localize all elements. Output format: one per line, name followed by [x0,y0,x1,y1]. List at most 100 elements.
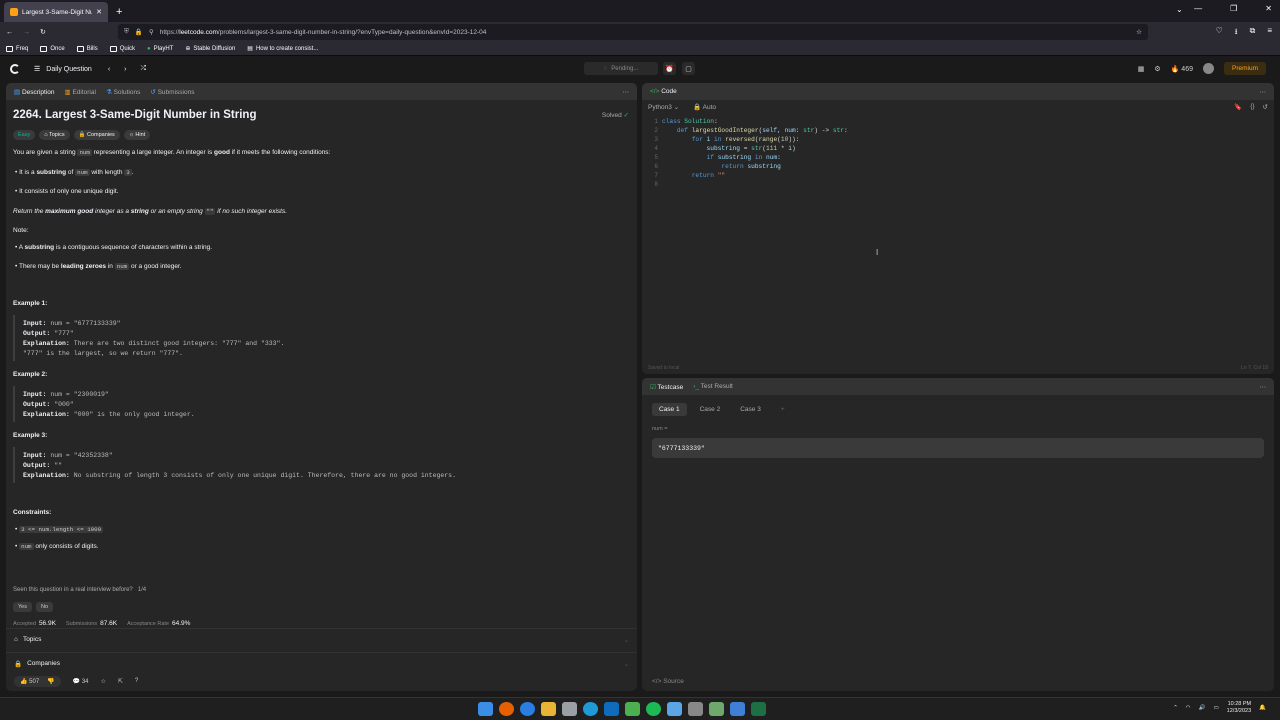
add-case-button[interactable]: + [774,403,792,416]
bookmark-icon[interactable]: 🔖 [1234,103,1242,111]
language-select[interactable]: Python3 ⌄ [648,103,679,111]
source-link[interactable]: </> Source [652,678,684,685]
pocket-icon[interactable]: ♡ [1216,26,1223,40]
url-bar[interactable]: ⛨ 🔒 ⚲ https://leetcode.com/problems/larg… [118,24,1148,40]
edge-icon[interactable] [583,702,598,716]
tab-submissions[interactable]: ↺ Submissions [150,88,194,96]
notes-button[interactable]: ▢ [682,62,695,75]
share-icon[interactable]: ⇱ [118,678,123,685]
prev-problem-icon[interactable]: ‹ [108,66,110,73]
tab-description[interactable]: ▤ Description [14,88,54,96]
more-options-icon[interactable]: ⋯ [1260,383,1267,391]
bookmark-once[interactable]: Once [40,45,65,52]
topics-tag[interactable]: ⌂ Topics [39,130,70,140]
bookmark-stable-diffusion[interactable]: ⊕ Stable Diffusion [185,45,235,53]
favorite-star-icon[interactable]: ☆ [101,678,106,685]
volume-icon[interactable]: 🔊 [1199,705,1206,711]
lock-icon[interactable]: 🔒 [135,28,143,36]
list-icon[interactable]: ☰ [34,65,40,73]
interview-question: Seen this question in a real interview b… [13,586,630,595]
comments-button[interactable]: 💬 34 [73,678,89,685]
more-options-icon[interactable]: ⋯ [1260,88,1267,96]
yes-button[interactable]: Yes [13,602,32,612]
dislike-button[interactable]: 👎 [47,678,54,685]
battery-icon[interactable]: ▭ [1213,705,1218,711]
settings-gear-icon[interactable]: ⚙ [1154,65,1160,73]
streak-counter[interactable]: 🔥 469 [1171,65,1193,73]
code-tab[interactable]: </> Code [650,88,677,95]
auto-complete-toggle[interactable]: 🔒 Auto [693,103,716,111]
menu-icon[interactable]: ≡ [1267,26,1272,40]
tools-icon[interactable] [688,702,703,716]
case-1-tab[interactable]: Case 1 [652,403,687,416]
bookmark-bills[interactable]: Bills [76,45,98,52]
bookmark-freq[interactable]: Freq [6,45,28,52]
windows-start-icon[interactable] [478,702,493,716]
remote-desktop-icon[interactable] [667,702,682,716]
tab-editorial[interactable]: ▥ Editorial [64,88,95,96]
no-button[interactable]: No [35,602,54,612]
format-braces-icon[interactable]: {} [1250,103,1254,111]
code-editor[interactable]: 12345678 class Solution: def largestGood… [642,114,1274,189]
notification-bell-icon[interactable]: 🔔 [1259,705,1266,711]
hint-tag[interactable]: ☼ Hint [123,130,151,140]
browser-tab[interactable]: Largest 3-Same-Digit Numbe ✕ [4,2,108,22]
more-options-icon[interactable]: ⋯ [623,88,630,96]
help-icon[interactable]: ? [135,678,138,684]
bookmark-star-icon[interactable]: ☆ [1136,28,1142,36]
problem-title[interactable]: 2264. Largest 3-Same-Digit Number in Str… [13,109,630,121]
like-button[interactable]: 👍 507 [20,678,39,685]
timer-button[interactable]: ⏰ [663,62,676,75]
bookmark-playht[interactable]: ● PlayHT [147,46,173,52]
shuffle-icon[interactable]: ⤮ [141,65,147,73]
text: integer as a [93,208,131,215]
reset-icon[interactable]: ↺ [1263,103,1268,111]
sheets-icon[interactable] [709,702,724,716]
minimize-icon[interactable]: — [1194,4,1202,13]
leetcode-logo-icon[interactable] [10,64,20,74]
testcase-panel: ☑ Testcase ›_ Test Result ⋯ Case 1 Case … [642,378,1274,691]
android-studio-icon[interactable] [625,702,640,716]
docs-icon[interactable] [730,702,745,716]
close-window-icon[interactable]: ✕ [1265,4,1272,13]
avatar[interactable] [1202,63,1214,74]
file-explorer-icon[interactable] [541,702,556,716]
clock[interactable]: 10:28 PM 12/3/2023 [1227,701,1251,715]
spotify-icon[interactable] [646,702,661,716]
tab-testcase[interactable]: ☑ Testcase [650,383,683,391]
case-2-tab[interactable]: Case 2 [693,403,728,416]
daily-question-link[interactable]: Daily Question [46,66,92,73]
wifi-icon[interactable]: ◠ [1186,705,1191,711]
companies-tag[interactable]: 🔒 Companies [73,130,120,140]
premium-button[interactable]: Premium [1223,62,1266,75]
chrome-icon[interactable] [520,702,535,716]
next-problem-icon[interactable]: › [124,66,126,73]
firefox-icon[interactable] [499,702,514,716]
reload-icon[interactable]: ↻ [40,28,46,36]
downloads-icon[interactable]: ⭳ [1235,26,1238,40]
shield-icon[interactable]: ⛨ [124,28,129,36]
permissions-icon[interactable]: ⚲ [149,28,154,36]
back-icon[interactable]: ← [6,29,13,36]
bold-text: substring [36,169,67,176]
extensions-icon[interactable]: ⧉ [1250,26,1256,40]
tab-solutions[interactable]: ⚗ Solutions [106,88,140,96]
case-3-tab[interactable]: Case 3 [733,403,768,416]
bookmark-quick[interactable]: Quick [109,45,135,52]
maximize-icon[interactable]: ❐ [1230,4,1237,13]
forward-icon[interactable]: → [23,29,30,36]
new-tab-button[interactable]: + [108,6,130,22]
excel-icon[interactable] [751,702,766,716]
tab-list-chevron-icon[interactable]: ⌄ [1176,5,1183,14]
close-tab-icon[interactable]: ✕ [96,8,102,16]
tab-test-result[interactable]: ›_ Test Result [693,383,733,390]
testcase-input[interactable]: "6777133339" [652,438,1264,458]
layout-icon[interactable]: ▦ [1138,65,1145,73]
notepad-icon[interactable] [562,702,577,716]
code-lines[interactable]: class Solution: def largestGoodInteger(s… [662,117,1274,189]
outlook-icon[interactable] [604,702,619,716]
bookmark-how-to-create[interactable]: ▤ How to create consist... [247,45,318,53]
globe-icon: ⊕ [185,46,191,52]
topics-accordion[interactable]: ⌂ Topics ⌄ [6,628,637,650]
tray-chevron-icon[interactable]: ⌃ [1173,705,1178,711]
